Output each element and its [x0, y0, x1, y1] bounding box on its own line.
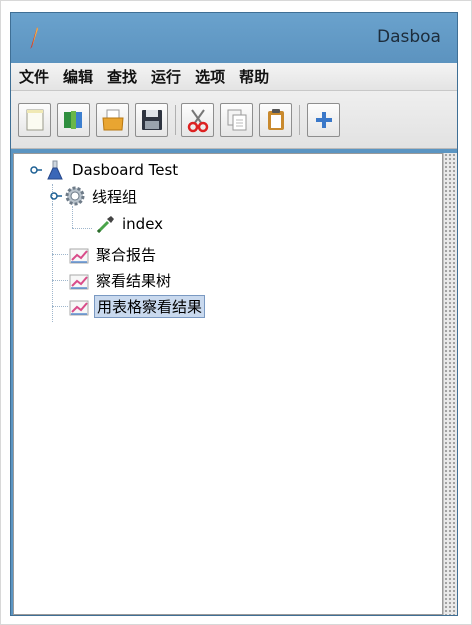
templates-book-icon	[64, 111, 82, 129]
toolbar-separator-2	[299, 105, 300, 135]
gear-icon	[64, 185, 86, 207]
paste-button[interactable]	[259, 103, 292, 137]
menu-file[interactable]: 文件	[19, 66, 49, 87]
toolbar	[11, 91, 457, 149]
templates-button[interactable]	[57, 103, 90, 137]
tree-line	[72, 228, 92, 229]
pipette-sampler-icon	[94, 213, 116, 235]
tree-node-view-results-table[interactable]: 用表格察看结果	[68, 294, 206, 318]
tree-node-view-results-tree[interactable]: 察看结果树	[68, 268, 173, 292]
title-bar[interactable]: Dasboa	[11, 13, 457, 63]
tree-node-label: Dasboard Test	[72, 161, 179, 179]
test-plan-tree[interactable]: Dasboard Test 线程组 index 聚合报告 察看结果树 用表格察看…	[13, 153, 443, 615]
paste-clipboard-icon	[268, 109, 284, 130]
menu-edit[interactable]: 编辑	[63, 66, 93, 87]
cut-button[interactable]	[181, 103, 214, 137]
tree-node-label: 察看结果树	[96, 271, 172, 290]
open-folder-icon	[102, 109, 124, 131]
expand-plus-icon	[316, 112, 332, 128]
listener-graph-icon	[68, 269, 90, 291]
tree-node-thread-group[interactable]: 线程组	[64, 184, 139, 208]
listener-graph-icon	[68, 243, 90, 265]
tree-line	[52, 306, 68, 307]
tree-node-label: 线程组	[92, 187, 138, 206]
cut-scissors-icon	[187, 109, 209, 133]
tree-node-aggregate-report[interactable]: 聚合报告	[68, 242, 158, 266]
tree-node-label-selected: 用表格察看结果	[94, 294, 206, 318]
new-button[interactable]	[18, 103, 51, 137]
menu-options[interactable]: 选项	[195, 66, 225, 87]
test-plan-flask-icon	[44, 159, 66, 181]
menu-bar: 文件 编辑 查找 运行 选项 帮助	[11, 63, 457, 91]
menu-run[interactable]: 运行	[151, 66, 181, 87]
listener-graph-icon	[68, 295, 90, 317]
tree-line	[72, 206, 73, 228]
tree-node-label: index	[122, 215, 164, 233]
save-disk-icon	[142, 110, 162, 130]
menu-help[interactable]: 帮助	[239, 66, 269, 87]
new-file-icon	[26, 109, 44, 131]
collapse-handle-icon[interactable]	[50, 190, 62, 202]
tree-line	[52, 280, 68, 281]
tree-node-label: 聚合报告	[96, 245, 157, 264]
jmeter-window: Dasboa 文件 编辑 查找 运行 选项 帮助 Dasboard Test 线…	[10, 12, 458, 616]
window-title: Dasboa	[377, 27, 441, 47]
feather-app-icon	[30, 27, 38, 49]
expand-button[interactable]	[307, 103, 340, 137]
open-button[interactable]	[96, 103, 129, 137]
menu-search[interactable]: 查找	[107, 66, 137, 87]
copy-icon	[227, 109, 247, 131]
tree-node-test-plan[interactable]: Dasboard Test	[44, 158, 180, 182]
tree-node-sampler-index[interactable]: index	[94, 212, 165, 236]
collapse-handle-icon[interactable]	[30, 164, 42, 176]
tree-line	[52, 204, 53, 322]
splitter-handle[interactable]	[443, 153, 457, 615]
toolbar-separator	[175, 105, 176, 135]
tree-line	[52, 254, 68, 255]
copy-button[interactable]	[220, 103, 253, 137]
save-button[interactable]	[135, 103, 168, 137]
